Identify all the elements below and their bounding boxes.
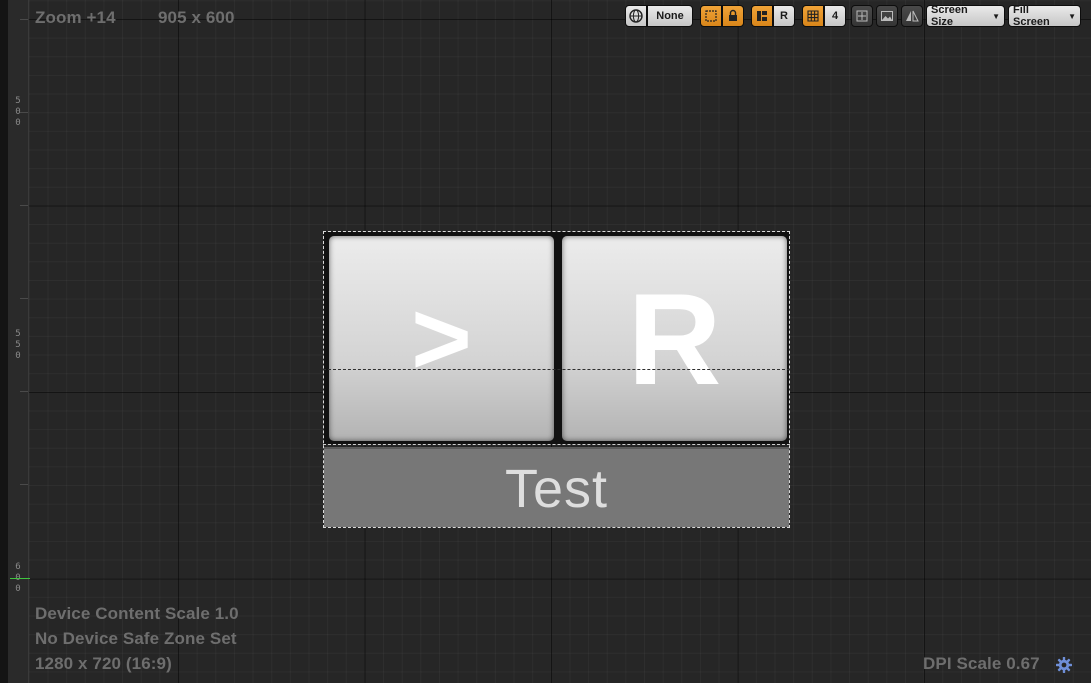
layout-mode-icon[interactable] — [751, 5, 773, 27]
ruler-tick — [20, 19, 28, 20]
chevron-down-icon: ▼ — [1068, 11, 1076, 21]
device-content-scale-label: Device Content Scale 1.0 — [35, 604, 239, 623]
ruler-tick — [20, 391, 28, 392]
vertical-ruler: 5 0 0 5 5 0 6 0 0 — [8, 0, 29, 683]
ruler-tick — [20, 298, 28, 299]
localization-value: None — [656, 10, 684, 22]
grid-snap-dropdown[interactable]: 4 — [824, 5, 846, 27]
grid-snap-value: 4 — [831, 10, 839, 22]
localization-group: None — [625, 5, 693, 27]
dpi-scale-label: DPI Scale 0.67 — [923, 654, 1040, 673]
scale-box-icon[interactable] — [851, 5, 873, 27]
lock-icon[interactable] — [722, 5, 744, 27]
device-resolution-label: 1280 x 720 (16:9) — [35, 654, 172, 673]
respect-lock-label: R — [780, 10, 788, 22]
grid-group: 4 — [802, 5, 846, 27]
ruler-label-500: 5 0 0 — [15, 96, 21, 128]
ruler-label-550: 5 5 0 — [15, 329, 21, 361]
grid-snap-icon[interactable] — [802, 5, 824, 27]
safe-zone-label: No Device Safe Zone Set — [35, 629, 237, 648]
fill-screen-dropdown[interactable]: Fill Screen ▼ — [1008, 4, 1081, 28]
gear-icon[interactable] — [1055, 656, 1073, 674]
image-preview-icon[interactable] — [876, 5, 898, 27]
widget-outline-icon[interactable] — [700, 5, 722, 27]
ruler-tick — [20, 205, 28, 206]
ruler-cursor-marker — [10, 578, 30, 579]
flip-icon[interactable] — [901, 5, 923, 27]
ruler-tick — [20, 484, 28, 485]
chevron-down-icon: ▼ — [992, 11, 1000, 21]
localization-dropdown[interactable]: None — [647, 5, 693, 27]
zoom-label: Zoom +14 — [35, 8, 116, 27]
resolution-label: 905 x 600 — [158, 8, 235, 27]
screen-size-label: Screen Size — [931, 4, 968, 28]
globe-icon[interactable] — [625, 5, 647, 27]
left-panel-edge — [0, 0, 8, 683]
selection-outline — [323, 231, 790, 528]
outline-lock-group — [700, 5, 744, 27]
fill-screen-label: Fill Screen — [1013, 4, 1050, 28]
widget-preview[interactable]: > R Test — [323, 231, 790, 528]
respect-lock-button[interactable]: R — [773, 5, 795, 27]
layout-group: R — [751, 5, 795, 27]
designer-toolbar: None R 4 Screen Size ▼ Fill Screen ▼ — [625, 4, 1081, 28]
screen-size-dropdown[interactable]: Screen Size ▼ — [926, 4, 1005, 28]
